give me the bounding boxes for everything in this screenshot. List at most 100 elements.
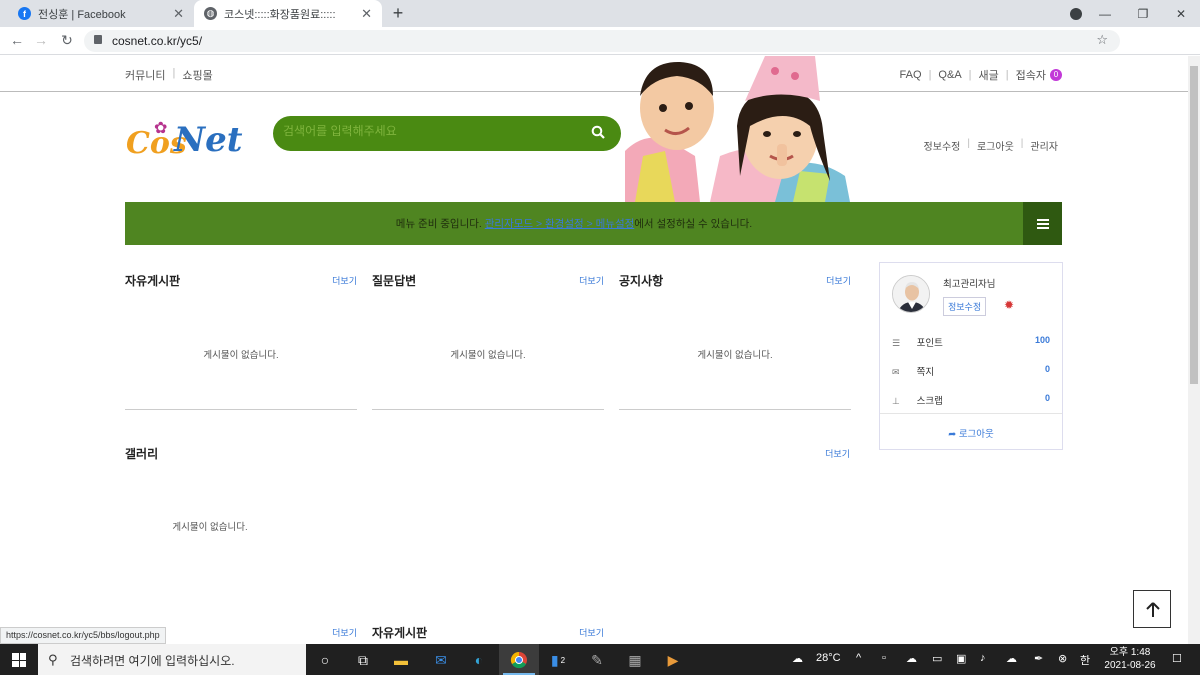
user-nav: 정보수정 | 로그아웃 | 관리자 [923, 138, 1058, 153]
close-icon[interactable]: ✕ [173, 6, 184, 22]
top-nav: 커뮤니티 | 쇼핑몰 FAQ | Q&A | 새글 | 접속자 0 [0, 56, 1188, 92]
onedrive-icon[interactable]: ☁ [906, 652, 917, 665]
volume-icon[interactable]: ♪ [980, 652, 986, 664]
windows-start-icon[interactable] [12, 653, 26, 667]
search-icon[interactable] [591, 125, 605, 139]
tab-facebook[interactable]: f 전싱훈 | Facebook ✕ [8, 0, 194, 27]
minimize-icon[interactable]: — [1086, 7, 1124, 21]
row-value: 100 [1034, 335, 1050, 345]
pen-icon[interactable]: ✒ [1034, 652, 1043, 665]
media-player-icon[interactable]: ▶ [662, 649, 684, 671]
forward-icon[interactable]: → [32, 32, 50, 48]
more-link[interactable]: 더보기 [579, 626, 604, 639]
close-window-icon[interactable]: ✕ [1162, 7, 1200, 21]
scroll-to-top-button[interactable] [1133, 590, 1171, 628]
task-view-icon[interactable]: ⧉ [352, 649, 374, 671]
app-icon[interactable]: ✎ [586, 649, 608, 671]
more-link[interactable]: 더보기 [332, 274, 357, 287]
new-tab-button[interactable]: + [388, 3, 408, 24]
nav-shop-link[interactable]: 쇼핑몰 [182, 67, 212, 83]
globe-icon: ◍ [204, 7, 217, 20]
facebook-icon: f [18, 7, 31, 20]
visitor-count-badge: 0 [1050, 69, 1062, 81]
divider [619, 409, 851, 410]
messages-row[interactable]: ✉ 쪽지 0 [892, 364, 1050, 378]
board-free: 자유게시판 더보기 게시물이 없습니다. [125, 272, 357, 412]
back-icon[interactable]: ← [8, 32, 26, 48]
link-status-bar: https://cosnet.co.kr/yc5/bbs/logout.php [0, 627, 166, 644]
taskbar-search-placeholder: 검색하려면 여기에 입력하십시오. [70, 654, 235, 668]
taskbar-search[interactable]: ⚲ 검색하려면 여기에 입력하십시오. [38, 644, 306, 675]
more-link[interactable]: 더보기 [332, 626, 357, 639]
board-notice: 공지사항 더보기 게시물이 없습니다. [619, 272, 851, 412]
board-title: 자유게시판 [372, 626, 428, 640]
battery-icon[interactable]: ▭ [932, 652, 942, 665]
logout-icon: ➦ [948, 429, 959, 440]
tab-cosnet[interactable]: ◍ 코스넷:::::화장품원료::::: ✕ [194, 0, 382, 27]
nav-faq-link[interactable]: FAQ [900, 69, 922, 81]
web-page: 커뮤니티 | 쇼핑몰 FAQ | Q&A | 새글 | 접속자 0 Cos ✿ … [0, 56, 1188, 644]
row-label: 스크랩 [916, 396, 943, 407]
lock-icon [94, 35, 102, 44]
device-icon[interactable]: ▫ [882, 652, 886, 664]
logout-link[interactable]: 로그아웃 [977, 138, 1014, 153]
row-value: 0 [1044, 364, 1050, 374]
calculator-icon[interactable]: ▦ [624, 649, 646, 671]
more-link[interactable]: 더보기 [826, 274, 851, 287]
chrome-icon[interactable] [499, 644, 539, 675]
notification-icon[interactable]: ☐ [1172, 652, 1182, 665]
edit-profile-button[interactable]: 정보수정 [943, 297, 987, 316]
scrap-row[interactable]: ⊥ 스크랩 0 [892, 393, 1050, 407]
nav-visitors-link[interactable]: 접속자 [1016, 67, 1046, 83]
pin-icon: ⊥ [892, 396, 900, 406]
window-controls: — ❐ ✕ [1086, 0, 1200, 27]
edge-icon[interactable]: ◐ [468, 649, 490, 671]
address-bar[interactable]: cosnet.co.kr/yc5/ ☆ [84, 30, 1120, 52]
hamburger-menu-icon[interactable] [1023, 202, 1062, 245]
cortana-icon[interactable]: ○ [314, 649, 336, 671]
nav-qa-link[interactable]: Q&A [938, 69, 961, 81]
bookmark-star-icon[interactable]: ☆ [1096, 32, 1108, 48]
more-link[interactable]: 더보기 [579, 274, 604, 287]
url-text: cosnet.co.kr/yc5/ [112, 34, 203, 48]
points-row[interactable]: ☰ 포인트 100 [892, 335, 1050, 349]
address-toolbar: ← → ↻ cosnet.co.kr/yc5/ ☆ ✥ ⋮ [0, 27, 1200, 76]
close-circle-icon[interactable]: ⊗ [1058, 652, 1067, 665]
windows-taskbar: ⚲ 검색하려면 여기에 입력하십시오. ○ ⧉ ▬ ✉ ◐ ▮ 2 ✎ ▦ ▶ ☁… [0, 644, 1200, 675]
more-link[interactable]: 더보기 [825, 447, 850, 460]
board-bottom-2: 자유게시판 더보기 [372, 624, 604, 644]
row-value: 0 [1044, 393, 1050, 403]
ime-indicator[interactable]: 한 [1080, 652, 1090, 668]
empty-message: 게시물이 없습니다. [450, 350, 526, 361]
reload-icon[interactable]: ↻ [58, 32, 76, 49]
board-gallery: 갤러리 더보기 게시물이 없습니다. [125, 445, 850, 565]
mail-icon[interactable]: ✉ [430, 649, 452, 671]
empty-message: 게시물이 없습니다. [172, 522, 248, 533]
network-icon[interactable]: ▣ [956, 652, 966, 665]
page-scrollbar[interactable] [1188, 56, 1200, 644]
menu-settings-link[interactable]: 관리자모드 > 환경설정 > 메뉴설정 [485, 218, 635, 230]
nav-community-link[interactable]: 커뮤니티 [125, 67, 165, 83]
nav-new-posts-link[interactable]: 새글 [979, 67, 999, 83]
arrow-up-icon [1146, 602, 1160, 617]
weather-icon[interactable]: ☁ [792, 652, 803, 665]
scrollbar-thumb[interactable] [1190, 66, 1198, 384]
board-qa: 질문답변 더보기 게시물이 없습니다. [372, 272, 604, 412]
chevron-up-icon[interactable]: ^ [856, 652, 861, 664]
mail-icon: ✉ [892, 367, 900, 377]
tab-search-icon[interactable] [1070, 8, 1082, 20]
edit-profile-link[interactable]: 정보수정 [924, 138, 961, 153]
restore-icon[interactable]: ❐ [1124, 7, 1162, 21]
search-input[interactable] [283, 124, 573, 138]
divider [372, 409, 604, 410]
file-explorer-icon[interactable]: ▬ [390, 649, 412, 671]
admin-link[interactable]: 관리자 [1030, 138, 1058, 153]
word-icon[interactable]: ▮ 2 [548, 649, 570, 671]
cosnet-logo[interactable]: Cos ✿ Net [126, 118, 242, 168]
empty-message: 게시물이 없습니다. [203, 350, 279, 361]
gear-icon[interactable]: ✹ [1004, 298, 1014, 312]
upload-icon[interactable]: ☁ [1006, 652, 1017, 665]
sidebar-logout-button[interactable]: ➦ 로그아웃 [880, 426, 1062, 440]
close-icon[interactable]: ✕ [361, 6, 372, 22]
taskbar-clock[interactable]: 오후 1:48 2021-08-26 [1098, 646, 1162, 672]
